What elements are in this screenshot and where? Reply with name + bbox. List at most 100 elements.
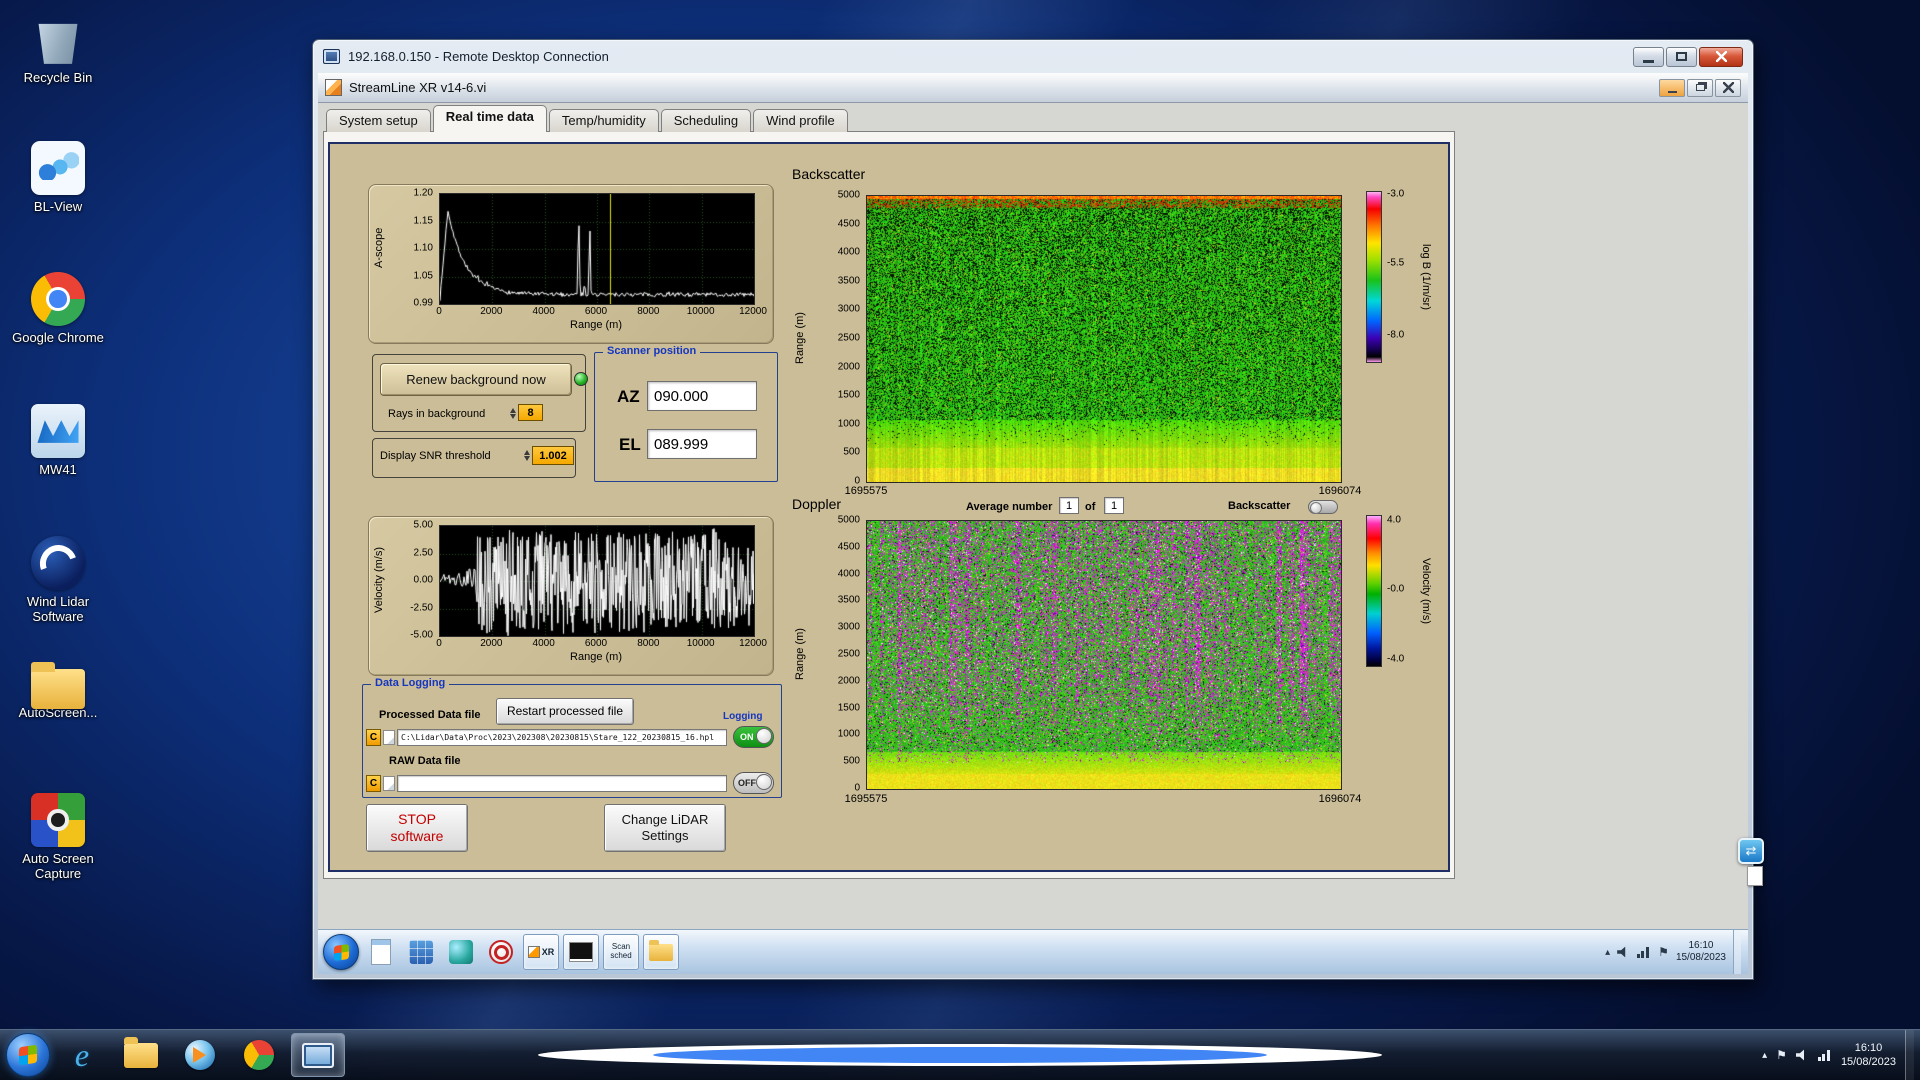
velocity-y-ticks: 5.002.500.00-2.50-5.00 bbox=[395, 525, 435, 635]
tab-temp-humidity[interactable]: Temp/humidity bbox=[549, 109, 659, 132]
desktop-icon-auto-screen-capture[interactable]: Auto Screen Capture bbox=[8, 793, 108, 882]
host-taskbar-internet-explorer[interactable]: e bbox=[55, 1033, 109, 1077]
internet-explorer-icon: e bbox=[75, 1037, 89, 1074]
remote-taskbar-teal-app[interactable] bbox=[443, 934, 479, 970]
y-tick-label: -2.50 bbox=[410, 602, 433, 613]
rdp-maximize-button[interactable] bbox=[1666, 47, 1697, 67]
host-show-desktop-button[interactable] bbox=[1905, 1030, 1914, 1080]
host-taskbar-explorer[interactable] bbox=[114, 1033, 168, 1077]
rays-value-field[interactable]: 8 bbox=[518, 404, 543, 421]
remote-taskbar-scan-sched-window[interactable]: Scan sched bbox=[603, 934, 639, 970]
average-total-field[interactable]: 1 bbox=[1104, 497, 1124, 514]
snr-spinner[interactable] bbox=[522, 447, 531, 463]
processed-path-field[interactable]: C:\Lidar\Data\Proc\2023\202308\20230815\… bbox=[397, 729, 727, 746]
tab-strip: System setupReal time dataTemp/humidityS… bbox=[326, 105, 850, 132]
remote-taskbar-grid-app[interactable] bbox=[403, 934, 439, 970]
network-icon[interactable] bbox=[1818, 1049, 1832, 1061]
host-taskbar-chrome[interactable] bbox=[232, 1033, 286, 1077]
remote-taskbar-notepad[interactable] bbox=[363, 934, 399, 970]
desktop-icon-recycle-bin[interactable]: Recycle Bin bbox=[8, 12, 108, 86]
desktop: Recycle Bin BL-View Google Chrome MW41 Wind … bbox=[0, 0, 1920, 1080]
desktop-icon-autoscreen-folder[interactable]: AutoScreen... bbox=[8, 661, 108, 721]
remote-start-button[interactable] bbox=[323, 934, 359, 970]
rays-spinner[interactable] bbox=[508, 405, 517, 421]
processed-logging-toggle[interactable]: ON bbox=[733, 726, 774, 748]
ascope-x-ticks: 020004000600080001000012000 bbox=[439, 306, 753, 318]
y-tick-label: 1000 bbox=[838, 729, 860, 740]
mw41-icon bbox=[31, 404, 85, 458]
minimize-icon bbox=[1668, 91, 1677, 93]
desktop-icon-wind-lidar[interactable]: Wind Lidar Software bbox=[8, 536, 108, 625]
raw-data-file-label: RAW Data file bbox=[389, 755, 461, 767]
arrows-icon: ⇄ bbox=[1738, 838, 1764, 864]
backscatter-colorbar-ticks: -3.0-5.5-8.0 bbox=[1387, 191, 1421, 363]
tab-scheduling[interactable]: Scheduling bbox=[661, 109, 751, 132]
screen-edge-widget[interactable]: ⇄ bbox=[1738, 838, 1764, 886]
y-tick-label: 2.50 bbox=[414, 547, 433, 558]
app-minimize-button[interactable] bbox=[1659, 79, 1685, 97]
host-start-button[interactable] bbox=[6, 1033, 50, 1077]
network-icon[interactable] bbox=[1637, 946, 1651, 958]
media-player-icon bbox=[185, 1040, 215, 1070]
y-tick-label: 4000 bbox=[838, 247, 860, 258]
change-lidar-settings-button[interactable]: Change LiDAR Settings bbox=[604, 804, 726, 852]
tab-wind-profile[interactable]: Wind profile bbox=[753, 109, 848, 132]
el-value-field[interactable]: 089.999 bbox=[647, 429, 757, 459]
average-number-field[interactable]: 1 bbox=[1059, 497, 1079, 514]
remote-show-desktop-button[interactable] bbox=[1733, 930, 1741, 975]
processed-drive-selector[interactable]: C bbox=[366, 729, 381, 746]
snr-value-field[interactable]: 1.002 bbox=[532, 446, 574, 465]
volume-icon[interactable] bbox=[1617, 946, 1630, 958]
app-titlebar[interactable]: StreamLine XR v14-6.vi bbox=[318, 73, 1748, 103]
raw-path-field[interactable] bbox=[397, 775, 727, 792]
remote-clock[interactable]: 16:10 15/08/2023 bbox=[1676, 940, 1726, 965]
host-taskbar-media-player[interactable] bbox=[173, 1033, 227, 1077]
y-tick-label: 1500 bbox=[838, 702, 860, 713]
y-tick-label: 2000 bbox=[838, 361, 860, 372]
action-center-flag-icon[interactable]: ⚑ bbox=[1776, 1048, 1787, 1062]
y-tick-label: 500 bbox=[843, 447, 860, 458]
desktop-icon-google-chrome[interactable]: Google Chrome bbox=[8, 272, 108, 346]
el-label: EL bbox=[619, 435, 641, 455]
app-close-button[interactable] bbox=[1715, 79, 1741, 97]
processed-data-file-label: Processed Data file bbox=[379, 709, 481, 721]
host-clock[interactable]: 16:10 15/08/2023 bbox=[1841, 1041, 1896, 1070]
colorbar-tick-label: -5.5 bbox=[1387, 258, 1404, 269]
raw-drive-selector[interactable]: C bbox=[366, 775, 381, 792]
restart-processed-file-button[interactable]: Restart processed file bbox=[496, 698, 634, 725]
raw-logging-toggle[interactable]: OFF bbox=[733, 772, 774, 794]
remote-taskbar-cmd-window[interactable] bbox=[563, 934, 599, 970]
hidden-icons-arrow[interactable]: ▴ bbox=[1762, 1050, 1767, 1061]
y-tick-label: 1000 bbox=[838, 418, 860, 429]
backscatter-x-end-label: 1696074 bbox=[1319, 485, 1362, 497]
x-tick-label: 6000 bbox=[585, 638, 607, 649]
desktop-icon-mw41[interactable]: MW41 bbox=[8, 404, 108, 478]
rdp-caption-buttons bbox=[1633, 47, 1743, 67]
stop-software-button[interactable]: STOP software bbox=[366, 804, 468, 852]
volume-icon[interactable] bbox=[1796, 1049, 1809, 1061]
tab-system-setup[interactable]: System setup bbox=[326, 109, 431, 132]
host-clock-date: 15/08/2023 bbox=[1841, 1055, 1896, 1069]
action-center-flag-icon[interactable]: ⚑ bbox=[1658, 945, 1669, 959]
backscatter-toggle[interactable] bbox=[1308, 500, 1338, 514]
remote-taskbar-xr-window[interactable]: XR bbox=[523, 934, 559, 970]
host-taskbar-rdp-active[interactable] bbox=[291, 1033, 345, 1077]
tab-real-time-data[interactable]: Real time data bbox=[433, 105, 547, 132]
rdp-close-button[interactable] bbox=[1699, 47, 1743, 67]
remote-taskbar-power[interactable] bbox=[483, 934, 519, 970]
y-tick-label: 3500 bbox=[838, 275, 860, 286]
host-tray: ▴ ⚑ 16:10 15/08/2023 bbox=[1762, 1030, 1914, 1080]
app-restore-button[interactable] bbox=[1687, 79, 1713, 97]
power-icon bbox=[489, 940, 513, 964]
rdp-minimize-button[interactable] bbox=[1633, 47, 1664, 67]
desktop-icon-bl-view[interactable]: BL-View bbox=[8, 141, 108, 215]
rdp-titlebar[interactable]: 192.168.0.150 - Remote Desktop Connectio… bbox=[319, 40, 1747, 73]
desktop-icon-label: Recycle Bin bbox=[8, 71, 108, 86]
renew-background-button[interactable]: Renew background now bbox=[380, 363, 572, 396]
az-value-field[interactable]: 090.000 bbox=[647, 381, 757, 411]
snr-threshold-label: Display SNR threshold bbox=[380, 450, 491, 462]
rdp-icon bbox=[302, 1043, 334, 1068]
remote-taskbar-folder-window[interactable] bbox=[643, 934, 679, 970]
edge-flap bbox=[1747, 866, 1763, 886]
hidden-icons-arrow[interactable]: ▴ bbox=[1605, 947, 1610, 958]
